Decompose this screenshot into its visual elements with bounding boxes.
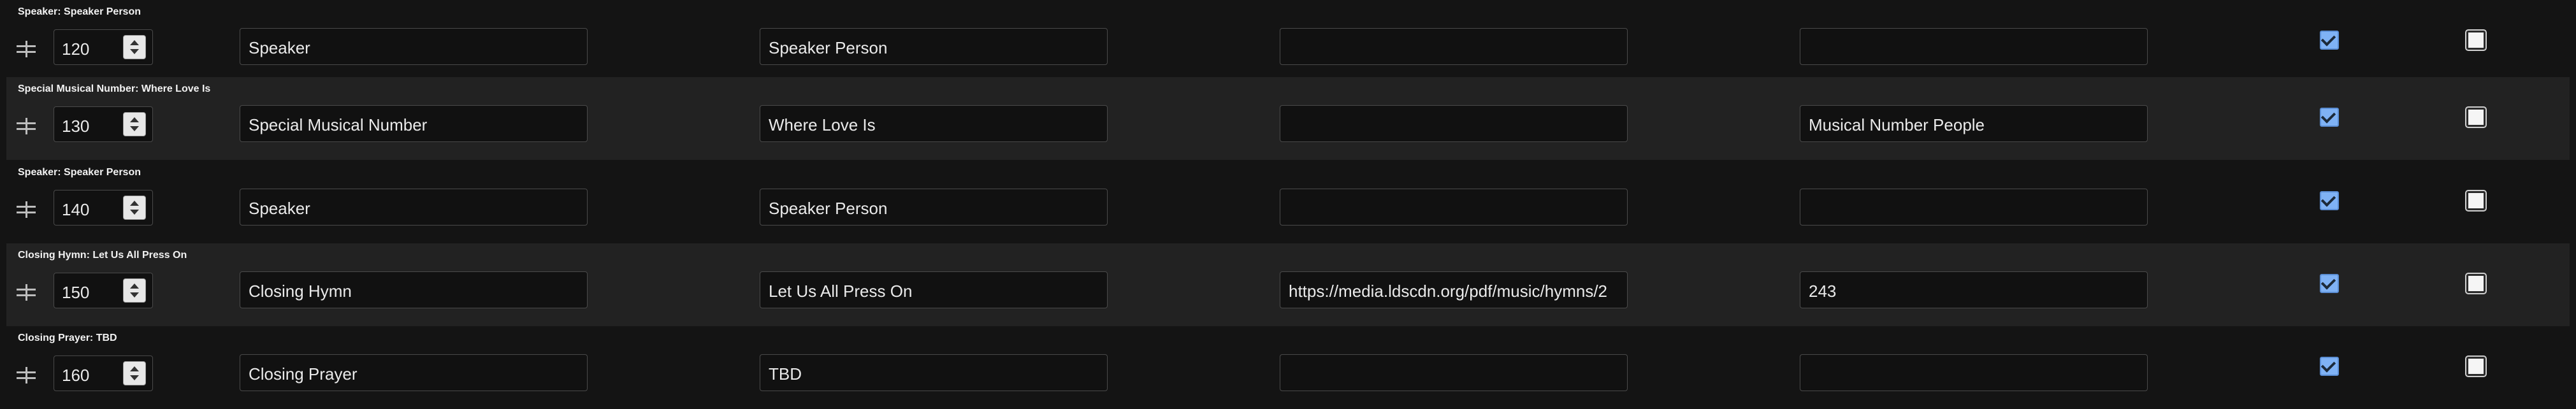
order-number-input[interactable]: 140 (54, 190, 153, 226)
item-type-input[interactable]: Speaker (240, 189, 588, 226)
item-link-input[interactable] (1280, 189, 1628, 226)
spinner-arrows-icon[interactable] (123, 361, 146, 385)
item-name-value: Speaker Person (769, 38, 888, 57)
item-link-input[interactable] (1280, 28, 1628, 65)
spinner-arrows-icon[interactable] (123, 278, 146, 303)
spinner-arrows-icon[interactable] (123, 35, 146, 59)
order-number-input[interactable]: 160 (54, 355, 153, 391)
order-number-input[interactable]: 150 (54, 273, 153, 308)
order-value: 120 (62, 39, 90, 59)
item-extra-input[interactable] (1800, 354, 2148, 391)
order-value: 130 (62, 117, 90, 136)
program-item-row: Special Musical Number: Where Love Is 13… (6, 77, 2570, 160)
item-type-value: Speaker (249, 38, 310, 57)
item-name-input[interactable]: Speaker Person (760, 189, 1108, 226)
item-link-value: https://media.ldscdn.org/pdf/music/hymns… (1289, 282, 1608, 301)
item-type-value: Speaker (249, 199, 310, 218)
item-extra-input[interactable]: Musical Number People (1800, 105, 2148, 142)
secondary-checkbox[interactable] (2465, 355, 2487, 377)
visible-checkbox[interactable] (2320, 191, 2339, 210)
spinner-arrows-icon[interactable] (123, 112, 146, 136)
item-type-input[interactable]: Closing Prayer (240, 354, 588, 391)
item-type-value: Closing Hymn (249, 282, 352, 301)
row-title: Closing Prayer: TBD (18, 333, 117, 343)
visible-checkbox[interactable] (2320, 274, 2339, 293)
item-type-input[interactable]: Special Musical Number (240, 105, 588, 142)
checkmark-icon (2320, 275, 2336, 290)
program-item-row: Speaker: Speaker Person 140 Speaker Spea… (0, 161, 2576, 243)
item-link-input[interactable]: https://media.ldscdn.org/pdf/music/hymns… (1280, 271, 1628, 308)
item-type-input[interactable]: Closing Hymn (240, 271, 588, 308)
item-extra-value: Musical Number People (1809, 115, 1985, 134)
program-item-row: Closing Hymn: Let Us All Press On 150 Cl… (6, 243, 2570, 326)
item-extra-input[interactable] (1800, 28, 2148, 65)
visible-checkbox[interactable] (2320, 31, 2339, 50)
drag-handle-icon[interactable] (17, 39, 36, 59)
row-title: Special Musical Number: Where Love Is (18, 83, 211, 94)
item-type-value: Closing Prayer (249, 364, 358, 384)
row-title: Closing Hymn: Let Us All Press On (18, 250, 187, 261)
item-name-value: Let Us All Press On (769, 282, 913, 301)
order-number-input[interactable]: 120 (54, 29, 153, 65)
spinner-arrows-icon[interactable] (123, 196, 146, 220)
item-extra-value: 243 (1809, 282, 1837, 301)
item-name-value: Speaker Person (769, 199, 888, 218)
item-extra-input[interactable]: 243 (1800, 271, 2148, 308)
drag-handle-icon[interactable] (17, 283, 36, 302)
order-value: 150 (62, 283, 90, 302)
item-name-input[interactable]: TBD (760, 354, 1108, 391)
secondary-checkbox[interactable] (2465, 190, 2487, 212)
item-link-input[interactable] (1280, 354, 1628, 391)
program-items-list: Speaker: Speaker Person 120 Speaker Spea… (0, 0, 2576, 408)
order-number-input[interactable]: 130 (54, 106, 153, 142)
program-item-row: Speaker: Speaker Person 120 Speaker Spea… (0, 0, 2576, 83)
item-type-value: Special Musical Number (249, 115, 428, 134)
item-name-input[interactable]: Let Us All Press On (760, 271, 1108, 308)
item-name-input[interactable]: Where Love Is (760, 105, 1108, 142)
drag-handle-icon[interactable] (17, 200, 36, 219)
row-title: Speaker: Speaker Person (18, 6, 141, 17)
program-item-row: Closing Prayer: TBD 160 Closing Prayer T… (0, 326, 2576, 409)
order-value: 140 (62, 200, 90, 219)
secondary-checkbox[interactable] (2465, 29, 2487, 51)
item-name-value: Where Love Is (769, 115, 876, 134)
secondary-checkbox[interactable] (2465, 106, 2487, 128)
checkmark-icon (2320, 31, 2336, 47)
visible-checkbox[interactable] (2320, 357, 2339, 376)
visible-checkbox[interactable] (2320, 108, 2339, 127)
secondary-checkbox[interactable] (2465, 273, 2487, 294)
item-name-input[interactable]: Speaker Person (760, 28, 1108, 65)
checkmark-icon (2320, 357, 2336, 373)
row-title: Speaker: Speaker Person (18, 167, 141, 178)
item-link-input[interactable] (1280, 105, 1628, 142)
drag-handle-icon[interactable] (17, 366, 36, 385)
drag-handle-icon[interactable] (17, 117, 36, 136)
item-name-value: TBD (769, 364, 802, 384)
order-value: 160 (62, 366, 90, 385)
item-extra-input[interactable] (1800, 189, 2148, 226)
checkmark-icon (2320, 192, 2336, 207)
item-type-input[interactable]: Speaker (240, 28, 588, 65)
checkmark-icon (2320, 108, 2336, 124)
